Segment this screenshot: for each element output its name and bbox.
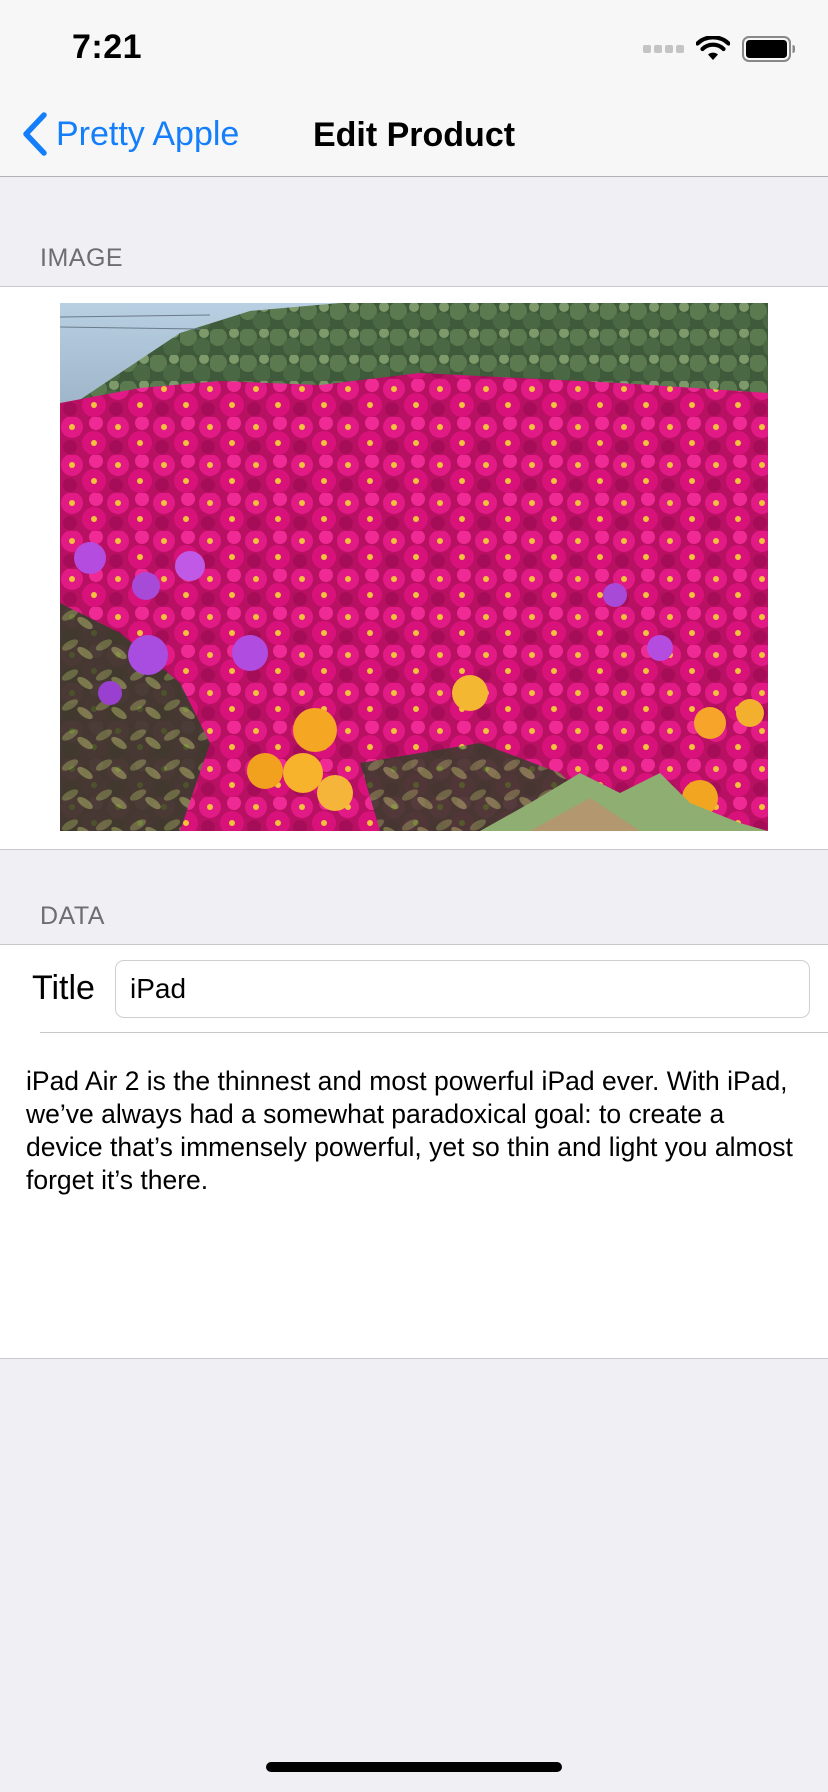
title-input[interactable]	[115, 960, 810, 1018]
data-section-header: DATA	[40, 902, 105, 930]
title-row: Title	[0, 945, 828, 1032]
status-icons	[643, 34, 796, 64]
status-bar: 7:21	[0, 0, 828, 94]
image-section-header: IMAGE	[40, 244, 124, 272]
row-divider	[40, 1032, 828, 1033]
battery-icon	[742, 36, 795, 62]
wifi-icon	[696, 36, 730, 60]
home-indicator[interactable]	[266, 1762, 562, 1772]
status-time: 7:21	[72, 28, 143, 66]
data-cell: Title iPad Air 2 is the thinnest and mos…	[0, 944, 828, 1359]
product-image[interactable]	[60, 303, 768, 831]
description-text-view[interactable]: iPad Air 2 is the thinnest and most powe…	[26, 1065, 796, 1197]
edit-product-screen: 7:21 Pretty Apple Edit Product IMAGE DAT…	[0, 0, 828, 1792]
signal-icon	[643, 45, 684, 53]
navigation-bar: Pretty Apple Edit Product	[0, 94, 828, 177]
image-cell	[0, 286, 828, 850]
title-label: Title	[32, 969, 95, 1007]
page-title: Edit Product	[312, 116, 516, 154]
